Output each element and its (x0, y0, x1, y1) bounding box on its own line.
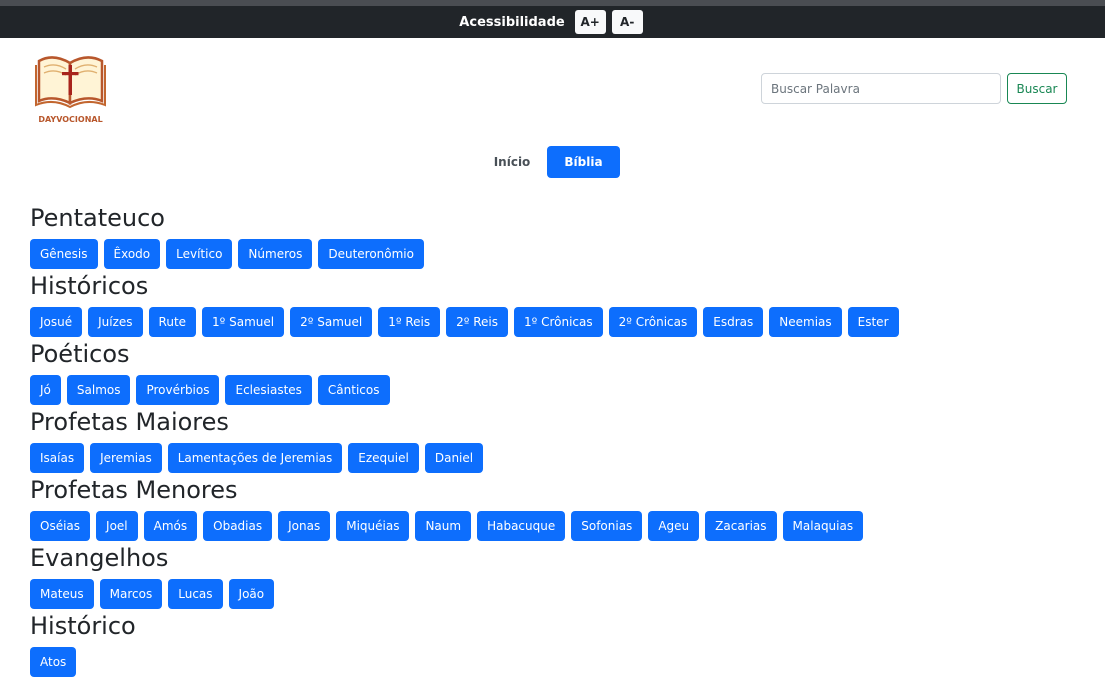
book-button[interactable]: Daniel (424, 443, 484, 473)
book-button[interactable]: Jó (30, 375, 61, 405)
book-button[interactable]: Joel (96, 511, 138, 541)
book-button[interactable]: Números (238, 239, 313, 269)
section-title: Profetas Maiores (30, 408, 229, 436)
book-button[interactable]: Josué (30, 307, 83, 337)
book-button[interactable]: 1º Crônicas (513, 307, 603, 337)
section-title: Histórico (30, 612, 136, 640)
book-button[interactable]: Ester (847, 307, 899, 337)
book-button[interactable]: Ezequiel (348, 443, 419, 473)
book-button[interactable]: Jonas (278, 511, 331, 541)
main-nav: Início Bíblia (0, 146, 1105, 178)
book-button[interactable]: Levítico (166, 239, 233, 269)
book-button[interactable]: Malaquias (782, 511, 864, 541)
book-button[interactable]: Oséias (30, 511, 91, 541)
book-button[interactable]: Amós (143, 511, 198, 541)
book-button[interactable]: 1º Reis (378, 307, 441, 337)
book-button[interactable]: Esdras (703, 307, 764, 337)
accessibility-label: Acessibilidade (459, 14, 565, 30)
book-button[interactable]: Miquéias (336, 511, 410, 541)
book-button[interactable]: Neemias (769, 307, 842, 337)
book-button[interactable]: Naum (415, 511, 472, 541)
book-button[interactable]: 2º Crônicas (608, 307, 698, 337)
accessibility-bar: Acessibilidade A+ A- (0, 6, 1105, 38)
book-button[interactable]: Lamentações de Jeremias (167, 443, 343, 473)
book-button[interactable]: 1º Samuel (202, 307, 285, 337)
book-button[interactable]: Deuteronômio (318, 239, 424, 269)
search-button[interactable]: Buscar (1007, 73, 1067, 104)
book-button[interactable]: João (228, 579, 275, 609)
book-button-row: Oséias Joel Amós Obadias Jonas Miquéias Naum Ha… (30, 511, 1090, 541)
bible-books-content: Pentateuco Gênesis Êxodo Levítico Números Deu… (30, 201, 1090, 677)
book-button[interactable]: Lucas (168, 579, 223, 609)
section-title: Poéticos (30, 340, 130, 368)
section-title: Profetas Menores (30, 476, 238, 504)
book-button-row: Jó Salmos Provérbios Eclesiastes Cânticos (30, 375, 1090, 405)
book-button[interactable]: Jeremias (90, 443, 162, 473)
book-button[interactable]: Ageu (648, 511, 700, 541)
book-button[interactable]: Provérbios (136, 375, 220, 405)
book-button[interactable]: Êxodo (103, 239, 161, 269)
book-button-row: Mateus Marcos Lucas João (30, 579, 1090, 609)
book-button-row: Josué Juízes Rute 1º Samuel 2º Samuel 1º Reis… (30, 307, 1090, 337)
book-button-row: Isaías Jeremias Lamentações de Jeremias Eze… (30, 443, 1090, 473)
book-button[interactable]: Eclesiastes (225, 375, 312, 405)
book-button[interactable]: Obadias (203, 511, 273, 541)
book-button[interactable]: Atos (30, 647, 77, 677)
book-button[interactable]: Zacarias (705, 511, 777, 541)
book-button[interactable]: Marcos (99, 579, 163, 609)
book-button[interactable]: Mateus (30, 579, 94, 609)
section-title: Evangelhos (30, 544, 169, 572)
book-button[interactable]: 2º Samuel (290, 307, 373, 337)
book-button[interactable]: Sofonias (571, 511, 643, 541)
book-button[interactable]: Isaías (30, 443, 85, 473)
book-button[interactable]: 2º Reis (446, 307, 508, 337)
decrease-font-button[interactable]: A- (611, 10, 643, 34)
book-button-row: Gênesis Êxodo Levítico Números Deuteronômio (30, 239, 1090, 269)
book-button[interactable]: Rute (148, 307, 197, 337)
open-bible-cross-icon (35, 56, 106, 109)
book-button[interactable]: Habacuque (477, 511, 566, 541)
increase-font-button[interactable]: A+ (574, 10, 606, 34)
book-button[interactable]: Gênesis (30, 239, 98, 269)
nav-home-link[interactable]: Início (488, 146, 536, 178)
site-logo[interactable]: DAYVOCIONAL (33, 51, 108, 131)
book-button-row: Atos (30, 647, 1090, 677)
search-input[interactable] (761, 73, 1001, 104)
section-title: Históricos (30, 272, 149, 300)
nav-bible-link[interactable]: Bíblia (547, 146, 620, 178)
book-button[interactable]: Salmos (66, 375, 131, 405)
book-button[interactable]: Juízes (88, 307, 143, 337)
logo-text: DAYVOCIONAL (38, 115, 103, 124)
section-title: Pentateuco (30, 204, 165, 232)
book-button[interactable]: Cânticos (317, 375, 390, 405)
